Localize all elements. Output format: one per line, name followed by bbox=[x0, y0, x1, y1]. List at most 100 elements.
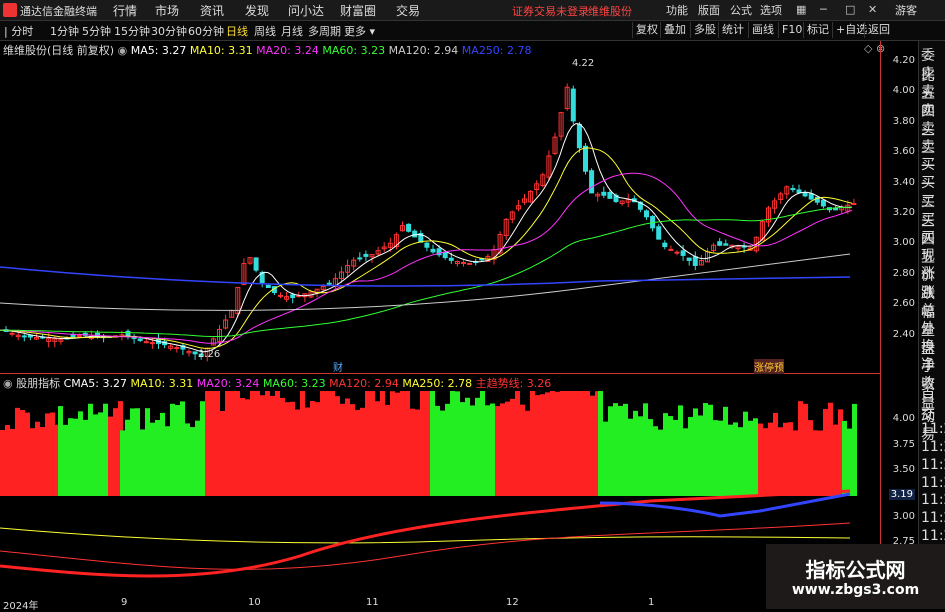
indicator-bar bbox=[78, 411, 83, 496]
indicator-bar bbox=[455, 391, 460, 496]
chart-canvas[interactable] bbox=[0, 41, 880, 609]
watermark: 指标公式网 www.zbgs3.com bbox=[766, 544, 945, 609]
tab-monthly[interactable]: 月线 bbox=[281, 23, 303, 39]
close-icon[interactable]: ✕ bbox=[868, 3, 877, 16]
login-warning[interactable]: 证券交易未登录 bbox=[512, 3, 589, 19]
indicator-bar bbox=[215, 391, 220, 496]
tab-30min[interactable]: 30分钟 bbox=[151, 23, 187, 39]
candle-body bbox=[326, 282, 332, 285]
tab-multi-period[interactable]: 多周期 bbox=[308, 23, 341, 39]
indicator-bar bbox=[260, 395, 265, 496]
indicator-bar bbox=[560, 391, 565, 496]
finance-marker[interactable]: 财 bbox=[333, 359, 343, 374]
mark-button[interactable]: 标记 bbox=[803, 22, 832, 38]
indicator-bar bbox=[673, 419, 678, 496]
ma60-label: MA60: 3.23 bbox=[322, 44, 386, 57]
candle-body bbox=[174, 347, 180, 350]
settings-icon[interactable]: ◉ bbox=[118, 44, 131, 57]
limit-up-marker[interactable]: 涨停预 bbox=[754, 359, 784, 374]
ma10-label: MA10: 3.31 bbox=[189, 44, 253, 57]
indicator-bar bbox=[315, 402, 320, 496]
tab-1min[interactable]: 1分钟 bbox=[50, 23, 79, 39]
menu-layout[interactable]: 版面 bbox=[698, 2, 720, 18]
indicator-bar bbox=[520, 404, 525, 496]
indicator-bar bbox=[613, 403, 618, 496]
back-button[interactable]: 返回 bbox=[864, 22, 893, 38]
menu-options[interactable]: 选项 bbox=[760, 2, 782, 18]
indicator-bar bbox=[68, 418, 73, 496]
watermark-title: 指标公式网 bbox=[805, 558, 906, 582]
menu-function[interactable]: 功能 bbox=[666, 2, 688, 18]
indicator-bar bbox=[103, 403, 108, 496]
indicator-bar bbox=[648, 419, 653, 496]
indicator-bar bbox=[320, 391, 325, 496]
indicator-bar bbox=[200, 401, 205, 496]
y-tick: 3.00 bbox=[892, 237, 915, 248]
tab-5min[interactable]: 5分钟 bbox=[82, 23, 111, 39]
sub-y-tick: 3.50 bbox=[892, 464, 915, 475]
tab-60min[interactable]: 60分钟 bbox=[188, 23, 224, 39]
candle-body bbox=[717, 241, 723, 246]
skin-icon[interactable]: ▦ bbox=[796, 3, 806, 16]
candle-body bbox=[265, 284, 271, 289]
maximize-icon[interactable]: □ bbox=[845, 3, 855, 16]
menu-item-quotes[interactable]: 行情 bbox=[113, 2, 137, 19]
tab-more[interactable]: 更多 ▾ bbox=[344, 23, 375, 39]
indicator-bar bbox=[330, 391, 335, 496]
indicator-bar bbox=[678, 405, 683, 496]
trade-tick-time: 11:29 bbox=[921, 421, 945, 438]
overlay-button[interactable]: 叠加 bbox=[660, 22, 689, 38]
indicator-bar bbox=[485, 405, 490, 496]
draw-line-button[interactable]: 画线 bbox=[748, 22, 777, 38]
sub-settings-icon[interactable]: ◉ bbox=[3, 377, 16, 390]
adjust-button[interactable]: 复权 bbox=[632, 22, 661, 38]
indicator-bar bbox=[180, 401, 185, 496]
menu-item-market[interactable]: 市场 bbox=[155, 2, 179, 19]
indicator-bar bbox=[15, 407, 20, 496]
indicator-bar bbox=[803, 403, 808, 496]
candle-body bbox=[656, 226, 662, 240]
indicator-bar bbox=[225, 391, 230, 496]
menu-formula[interactable]: 公式 bbox=[730, 2, 752, 18]
indicator-bar bbox=[195, 420, 200, 496]
tab-daily[interactable]: 日线 bbox=[226, 23, 248, 39]
app-logo-icon bbox=[3, 3, 17, 17]
indicator-bar bbox=[295, 409, 300, 496]
indicator-bar bbox=[340, 403, 345, 496]
y-tick: 2.60 bbox=[892, 298, 915, 309]
tab-intraday[interactable]: | 分时 bbox=[4, 23, 33, 39]
candle-body bbox=[790, 188, 796, 191]
f10-button[interactable]: F10 bbox=[778, 22, 805, 38]
ma250-label: MA250: 2.78 bbox=[461, 44, 532, 57]
indicator-bar bbox=[145, 408, 150, 496]
indicator-bar bbox=[250, 391, 255, 496]
y-tick: 4.00 bbox=[892, 85, 915, 96]
menu-item-news[interactable]: 资讯 bbox=[200, 2, 224, 19]
indicator-bar bbox=[405, 391, 410, 496]
candle-body bbox=[430, 248, 436, 253]
tab-15min[interactable]: 15分钟 bbox=[114, 23, 150, 39]
title-bar: 通达信金融终端 行情 市场 资讯 发现 问小达 财富圈 交易 证券交易未登录 维… bbox=[0, 0, 945, 21]
y-tick: 3.20 bbox=[892, 207, 915, 218]
indicator-bar bbox=[808, 420, 813, 496]
indicator-bar bbox=[608, 406, 613, 496]
indicator-bar bbox=[818, 430, 823, 496]
menu-item-wealth[interactable]: 财富圈 bbox=[340, 2, 376, 19]
main-chart-header: 维维股份(日线 前复权) ◉ MA5: 3.27 MA10: 3.31 MA20… bbox=[3, 42, 532, 58]
sub-y-tick: 3.75 bbox=[892, 439, 915, 450]
indicator-bar bbox=[758, 423, 763, 496]
tab-weekly[interactable]: 周线 bbox=[254, 23, 276, 39]
indicator-bar bbox=[618, 405, 623, 496]
stock-name-status: 维维股份 bbox=[588, 5, 632, 18]
indicator-bar bbox=[220, 410, 225, 496]
menu-item-trade[interactable]: 交易 bbox=[396, 2, 420, 19]
indicator-bar bbox=[460, 402, 465, 496]
menu-item-discover[interactable]: 发现 bbox=[245, 2, 269, 19]
candle-body bbox=[192, 351, 198, 355]
guest-label[interactable]: 游客 bbox=[895, 2, 917, 18]
minimize-icon[interactable]: ─ bbox=[820, 3, 827, 16]
indicator-bar bbox=[778, 427, 783, 496]
statistics-button[interactable]: 统计 bbox=[718, 22, 747, 38]
menu-item-ask[interactable]: 问小达 bbox=[288, 2, 324, 19]
multi-stock-button[interactable]: 多股 bbox=[690, 22, 719, 38]
